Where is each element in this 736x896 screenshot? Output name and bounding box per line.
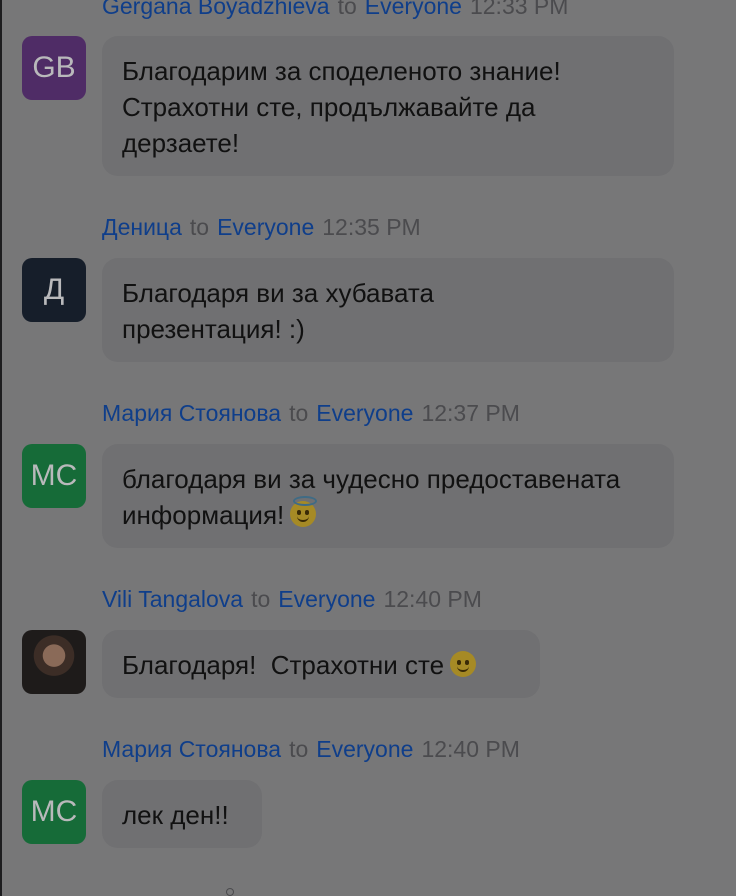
message-bubble[interactable]: Благодарим за споделеното знание! Страхо… — [102, 36, 674, 176]
avatar-initials: МС — [30, 459, 78, 492]
message-time: 12:40 PM — [383, 586, 482, 612]
smiling-face-with-halo-icon — [290, 496, 318, 527]
message-bubble[interactable]: Благодаря ви за хубавата презентация! :) — [102, 258, 674, 362]
message-time: 12:35 PM — [322, 214, 421, 240]
message-header: Деница to Everyone 12:35 PM — [102, 213, 421, 241]
to-label: to — [189, 214, 210, 240]
to-label: to — [251, 586, 271, 612]
sender-name[interactable]: Мария Стоянова — [102, 736, 281, 762]
avatar-initials: Д — [43, 273, 65, 306]
message-header: Мария Стоянова to Everyone 12:40 PM — [102, 735, 520, 763]
message-text: благодаря ви за чудесно предоставената и… — [122, 464, 621, 530]
avatar[interactable]: МС — [22, 780, 86, 844]
message-text: Благодаря! Страхотни сте — [122, 650, 445, 680]
message-time: 12:37 PM — [421, 400, 520, 426]
to-label: to — [289, 400, 309, 426]
recipient-name[interactable]: Everyone — [365, 0, 462, 19]
recipient-name[interactable]: Everyone — [278, 586, 375, 612]
recipient-name[interactable]: Everyone — [316, 400, 413, 426]
avatar-initials: МС — [30, 795, 78, 828]
typing-indicator — [226, 888, 234, 896]
sender-name[interactable]: Vili Tangalova — [102, 586, 243, 612]
message-text: Благодарим за споделеното знание! Страхо… — [122, 56, 561, 158]
sender-name[interactable]: Gergana Boyadzhieva — [102, 0, 330, 19]
avatar[interactable]: Д — [22, 258, 86, 322]
message-bubble[interactable]: благодаря ви за чудесно предоставената и… — [102, 444, 674, 548]
slightly-smiling-face-icon — [450, 651, 477, 677]
message-header: Мария Стоянова to Everyone 12:37 PM — [102, 399, 520, 427]
message-time: 12:40 PM — [421, 736, 520, 762]
message-header: Vili Tangalova to Everyone 12:40 PM — [102, 585, 482, 613]
message-bubble[interactable]: Благодаря! Страхотни сте — [102, 630, 540, 698]
message-bubble[interactable]: лек ден!! — [102, 780, 262, 848]
sender-name[interactable]: Деница — [102, 214, 182, 240]
message-time: 12:33 PM — [469, 0, 569, 19]
message-header: Gergana Boyadzhieva to Everyone 12:33 PM — [102, 0, 568, 20]
message-text: лек ден!! — [122, 800, 229, 830]
recipient-name[interactable]: Everyone — [217, 214, 314, 240]
to-label: to — [289, 736, 309, 762]
avatar[interactable]: GB — [22, 36, 86, 100]
chat-message-list[interactable]: Gergana Boyadzhieva to Everyone 12:33 PM GB… — [0, 0, 736, 896]
avatar-initials: GB — [32, 51, 76, 84]
avatar-photo[interactable] — [22, 630, 86, 694]
message-text: Благодаря ви за хубавата презентация! :) — [122, 278, 434, 344]
recipient-name[interactable]: Everyone — [316, 736, 413, 762]
sender-name[interactable]: Мария Стоянова — [102, 400, 281, 426]
avatar[interactable]: МС — [22, 444, 86, 508]
to-label: to — [337, 0, 357, 19]
